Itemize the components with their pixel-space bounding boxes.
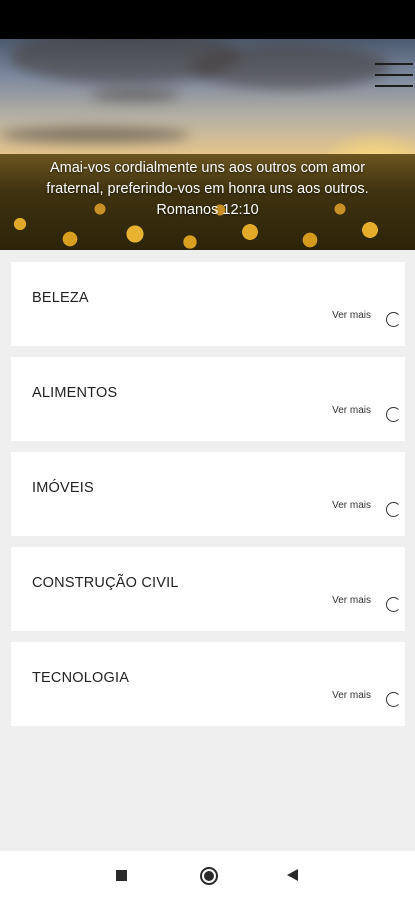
see-more-link[interactable]: Ver mais: [332, 690, 371, 701]
category-card-tecnologia[interactable]: TECNOLOGIA Ver mais: [11, 642, 405, 726]
cloud: [0, 127, 190, 143]
see-more-link[interactable]: Ver mais: [332, 500, 371, 511]
cloud: [90, 89, 180, 101]
category-card-imoveis[interactable]: IMÓVEIS Ver mais: [11, 452, 405, 536]
back-triangle-icon: [287, 869, 298, 881]
cloud: [190, 44, 390, 89]
category-title: CONSTRUÇÃO CIVIL: [32, 575, 179, 591]
hamburger-menu-icon[interactable]: [375, 63, 413, 89]
verse-line: fraternal, preferindo-vos em honra uns a…: [46, 181, 369, 197]
loading-spinner-icon: [386, 407, 401, 422]
see-more-link[interactable]: Ver mais: [332, 405, 371, 416]
category-card-construcao-civil[interactable]: CONSTRUÇÃO CIVIL Ver mais: [11, 547, 405, 631]
recents-button[interactable]: [97, 851, 147, 900]
loading-spinner-icon: [386, 312, 401, 327]
category-card-beleza[interactable]: BELEZA Ver mais: [11, 262, 405, 346]
verse-line: Amai-vos cordialmente uns aos outros com…: [49, 160, 366, 176]
loading-spinner-icon: [386, 692, 401, 707]
category-title: ALIMENTOS: [32, 385, 118, 401]
loading-spinner-icon: [386, 502, 401, 517]
loading-spinner-icon: [386, 597, 401, 612]
see-more-link[interactable]: Ver mais: [332, 595, 371, 606]
status-bar: [0, 0, 415, 39]
category-card-alimentos[interactable]: ALIMENTOS Ver mais: [11, 357, 405, 441]
category-title: IMÓVEIS: [32, 480, 94, 496]
category-title: TECNOLOGIA: [32, 670, 130, 686]
verse-reference: Romanos 12:10: [156, 202, 259, 218]
home-button[interactable]: [184, 851, 234, 900]
android-nav-bar: [0, 851, 415, 900]
circle-icon: [200, 867, 218, 885]
category-title: BELEZA: [32, 290, 89, 306]
see-more-link[interactable]: Ver mais: [332, 310, 371, 321]
back-button[interactable]: [268, 851, 318, 900]
bible-verse: Amai-vos cordialmente uns aos outros com…: [0, 158, 415, 221]
square-icon: [116, 870, 127, 881]
